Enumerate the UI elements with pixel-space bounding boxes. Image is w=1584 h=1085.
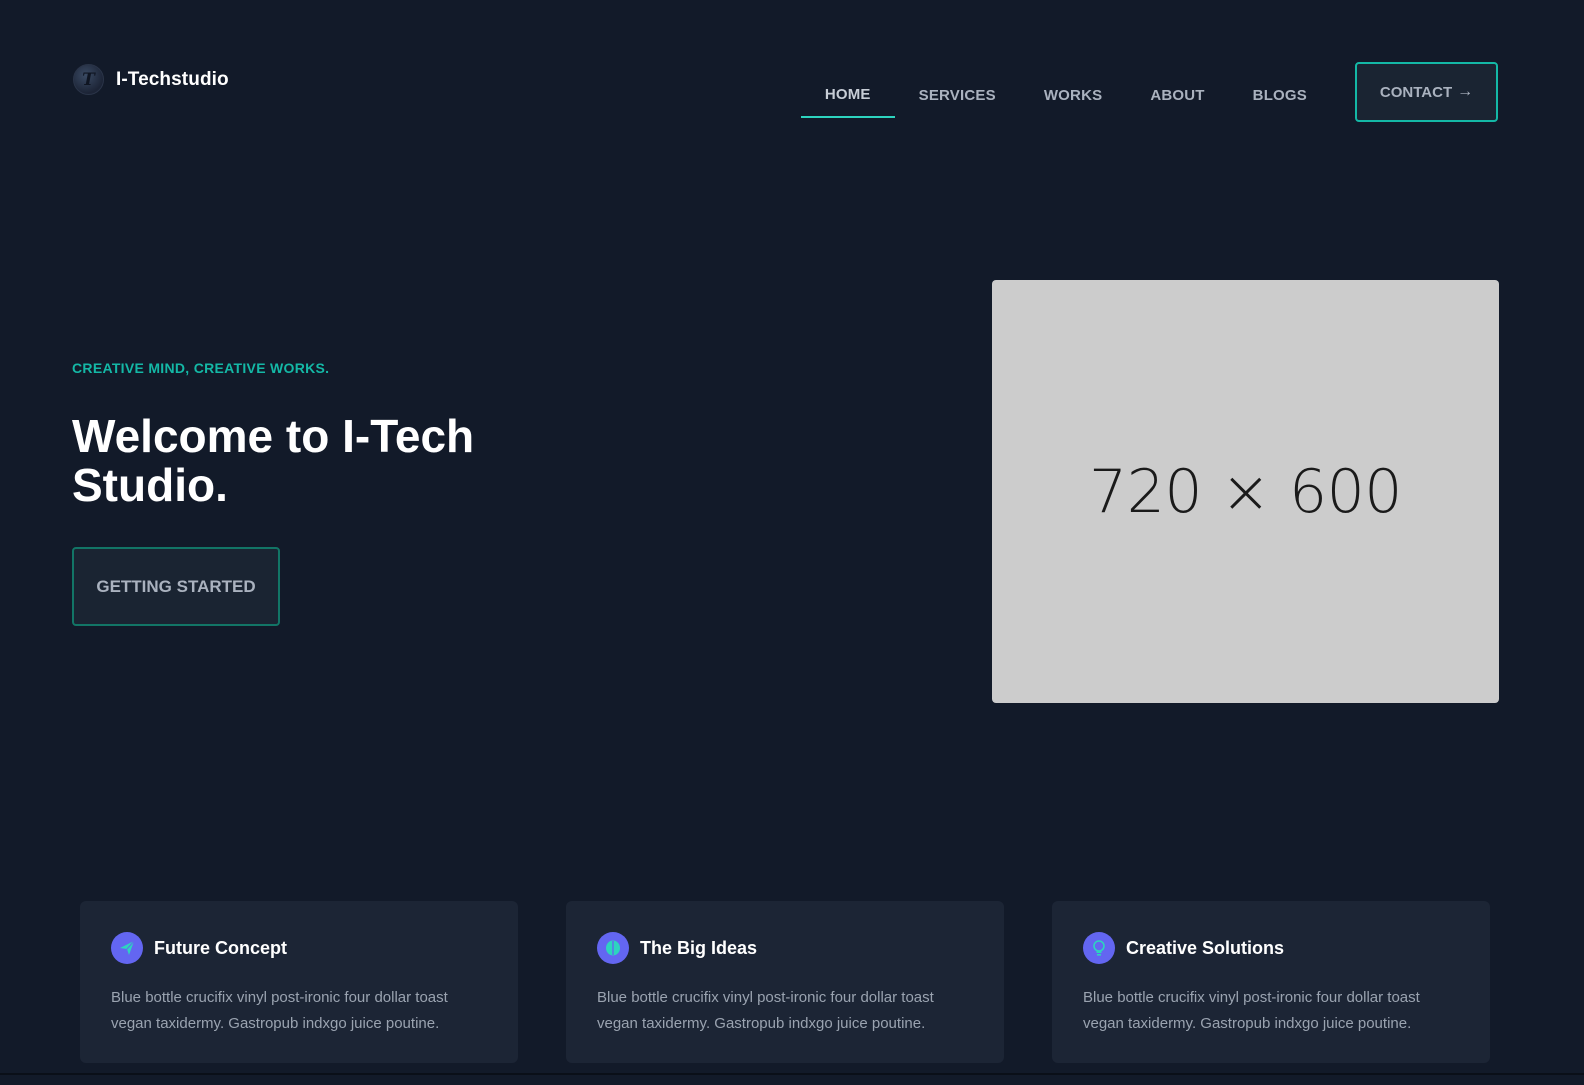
contact-button[interactable]: CONTACT → <box>1355 62 1498 122</box>
arrow-right-icon: → <box>1457 83 1474 100</box>
hero-title: Welcome to I-Tech Studio. <box>72 410 475 511</box>
paper-plane-icon <box>111 932 143 964</box>
nav-blogs[interactable]: BLOGS <box>1229 66 1331 118</box>
brand-name: I-Techstudio <box>116 68 229 90</box>
nav-home[interactable]: HOME <box>800 66 895 118</box>
feature-title: The Big Ideas <box>640 937 758 958</box>
feature-text: Blue bottle crucifix vinyl post-ironic f… <box>111 989 448 1032</box>
feature-card: The Big Ideas Blue bottle crucifix vinyl… <box>566 901 1004 1063</box>
brand-logo-letter: T <box>82 69 95 90</box>
page: T I-Techstudio HOME SERVICES WORKS ABOUT… <box>0 0 1584 1085</box>
feature-text: Blue bottle crucifix vinyl post-ironic f… <box>1083 989 1420 1032</box>
contact-button-label: CONTACT <box>1379 83 1453 101</box>
feature-title: Creative Solutions <box>1126 937 1285 958</box>
placeholder-dimensions: 720 × 600 <box>1089 456 1402 527</box>
main-nav: HOME SERVICES WORKS ABOUT BLOGS CONTACT … <box>800 62 1498 122</box>
feature-title: Future Concept <box>154 937 287 958</box>
brand[interactable]: T I-Techstudio <box>73 64 229 95</box>
divider <box>0 1073 1584 1075</box>
lightbulb-icon <box>1083 932 1115 964</box>
feature-card: Future Concept Blue bottle crucifix viny… <box>80 901 518 1063</box>
hero-tagline: CREATIVE MIND, CREATIVE WORKS. <box>72 360 330 376</box>
getting-started-button[interactable]: GETTING STARTED <box>72 547 280 626</box>
hero-image-placeholder: 720 × 600 <box>992 280 1499 703</box>
brand-logo: T <box>73 64 104 95</box>
feature-card: Creative Solutions Blue bottle crucifix … <box>1052 901 1490 1063</box>
nav-services[interactable]: SERVICES <box>895 66 1020 118</box>
feature-cards: Future Concept Blue bottle crucifix viny… <box>80 901 1490 1063</box>
feature-text: Blue bottle crucifix vinyl post-ironic f… <box>597 989 934 1032</box>
nav-about[interactable]: ABOUT <box>1126 66 1228 118</box>
nav-works[interactable]: WORKS <box>1020 66 1127 118</box>
brain-icon <box>597 932 629 964</box>
